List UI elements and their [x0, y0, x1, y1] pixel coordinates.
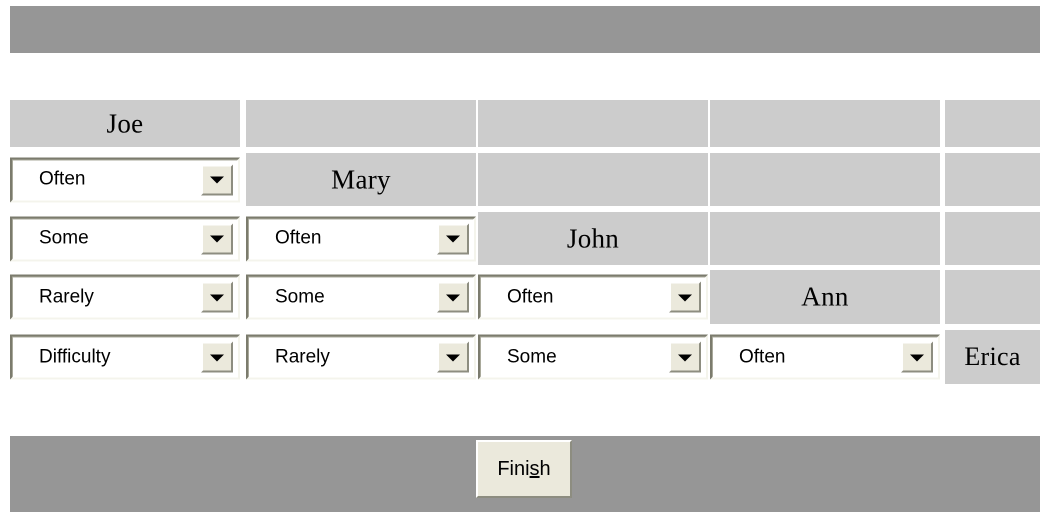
matrix-cell-r4c1: Rarely [246, 330, 476, 384]
combo-frame[interactable]: Often [710, 334, 940, 380]
matrix-cell-r0c4 [945, 100, 1040, 147]
frequency-dropdown-r4c1[interactable]: Rarely [246, 334, 476, 380]
matrix-cell-r4c0: Difficulty [10, 330, 240, 384]
combo-selected-value: Rarely [275, 346, 330, 367]
matrix-cell-r3c0: Rarely [10, 270, 240, 324]
matrix-cell-r1c3 [710, 153, 940, 206]
person-label-mary: Mary [331, 164, 391, 194]
chevron-down-icon[interactable] [669, 281, 701, 313]
finish-label-suffix: h [539, 457, 551, 480]
frequency-dropdown-r3c2[interactable]: Often [478, 274, 708, 320]
matrix-cell-r3c4 [945, 270, 1040, 324]
matrix-cell-r0c0: Joe [10, 100, 240, 147]
frequency-dropdown-r4c2[interactable]: Some [478, 334, 708, 380]
combo-selected-value: Some [507, 346, 557, 367]
matrix-cell-r3c1: Some [246, 270, 476, 324]
combo-selected-value: Some [275, 286, 325, 307]
table-row: Rarely Some Often Ann [10, 270, 1040, 324]
chevron-down-icon[interactable] [669, 341, 701, 373]
table-row: Often Mary [10, 153, 1040, 206]
matrix-cell-r4c3: Often [710, 330, 940, 384]
frequency-dropdown-r3c1[interactable]: Some [246, 274, 476, 320]
matrix-cell-r1c1: Mary [246, 153, 476, 206]
combo-frame[interactable]: Often [246, 216, 476, 261]
combo-frame[interactable]: Rarely [10, 274, 240, 320]
matrix-cell-r4c2: Some [478, 330, 708, 384]
matrix-cell-r1c0: Often [10, 153, 240, 206]
combo-selected-value: Difficulty [39, 346, 111, 367]
frequency-dropdown-r1c0[interactable]: Often [10, 157, 240, 202]
combo-field[interactable]: Difficulty [12, 336, 238, 378]
matrix-cell-r4c4: Erica [945, 330, 1040, 384]
finish-button[interactable]: Fini s h [476, 440, 572, 498]
combo-field[interactable]: Often [12, 159, 238, 200]
combo-frame[interactable]: Some [246, 274, 476, 320]
combo-selected-value: Rarely [39, 286, 94, 307]
combo-frame[interactable]: Often [10, 157, 240, 202]
matrix-cell-r2c1: Often [246, 212, 476, 265]
matrix-cell-r3c2: Often [478, 270, 708, 324]
combo-frame[interactable]: Often [478, 274, 708, 320]
frequency-dropdown-r4c3[interactable]: Often [710, 334, 940, 380]
combo-selected-value: Often [739, 346, 786, 367]
chevron-down-icon[interactable] [201, 341, 233, 373]
combo-field[interactable]: Rarely [248, 336, 474, 378]
frequency-matrix-grid: Joe Often Mary Some Often John Rarely So… [10, 100, 1040, 384]
frequency-dropdown-r2c0[interactable]: Some [10, 216, 240, 261]
matrix-cell-r1c2 [478, 153, 708, 206]
chevron-down-icon[interactable] [437, 281, 469, 313]
combo-selected-value: Often [275, 227, 322, 249]
matrix-cell-r2c3 [710, 212, 940, 265]
frequency-dropdown-r3c0[interactable]: Rarely [10, 274, 240, 320]
matrix-cell-r2c4 [945, 212, 1040, 265]
matrix-cell-r0c3 [710, 100, 940, 147]
chevron-down-icon[interactable] [201, 281, 233, 313]
combo-selected-value: Often [39, 168, 86, 190]
matrix-cell-r1c4 [945, 153, 1040, 206]
chevron-down-icon[interactable] [437, 341, 469, 373]
combo-frame[interactable]: Rarely [246, 334, 476, 380]
combo-field[interactable]: Some [480, 336, 706, 378]
finish-label-prefix: Fini [497, 457, 530, 480]
combo-field[interactable]: Some [248, 276, 474, 318]
combo-frame[interactable]: Difficulty [10, 334, 240, 380]
combo-field[interactable]: Often [248, 218, 474, 259]
frequency-dropdown-r4c0[interactable]: Difficulty [10, 334, 240, 380]
table-row: Difficulty Rarely Some Often Erica [10, 330, 1040, 384]
person-label-joe: Joe [106, 108, 144, 138]
person-label-john: John [566, 223, 620, 253]
combo-selected-value: Some [39, 227, 89, 249]
combo-field[interactable]: Often [712, 336, 938, 378]
matrix-cell-r2c0: Some [10, 212, 240, 265]
matrix-cell-r0c2 [478, 100, 708, 147]
matrix-cell-r3c3: Ann [710, 270, 940, 324]
frequency-dropdown-r2c1[interactable]: Often [246, 216, 476, 261]
person-label-erica: Erica [964, 342, 1021, 371]
chevron-down-icon[interactable] [201, 223, 233, 254]
chevron-down-icon[interactable] [437, 223, 469, 254]
matrix-cell-r2c2: John [478, 212, 708, 265]
matrix-cell-r0c1 [246, 100, 476, 147]
combo-frame[interactable]: Some [10, 216, 240, 261]
person-label-ann: Ann [801, 281, 849, 312]
combo-field[interactable]: Some [12, 218, 238, 259]
chevron-down-icon[interactable] [901, 341, 933, 373]
combo-field[interactable]: Rarely [12, 276, 238, 318]
finish-label-accelerator: s [529, 457, 540, 480]
top-toolbar-bar [10, 6, 1040, 53]
table-row: Some Often John [10, 212, 1040, 265]
combo-frame[interactable]: Some [478, 334, 708, 380]
table-row: Joe [10, 100, 1040, 147]
chevron-down-icon[interactable] [201, 164, 233, 195]
combo-selected-value: Often [507, 286, 554, 307]
combo-field[interactable]: Often [480, 276, 706, 318]
